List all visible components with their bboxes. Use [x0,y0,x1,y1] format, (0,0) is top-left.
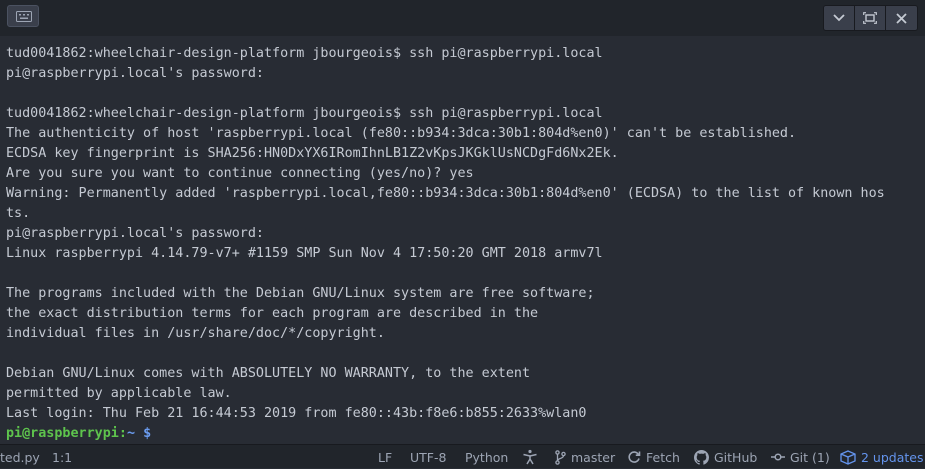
status-bar: ted.py 1:1 LF UTF-8 Python master Fetch … [0,444,925,468]
terminal-toolbar [0,0,925,36]
terminal-line: tud0041862:wheelchair-design-platform jb… [6,106,603,121]
updates-label: 2 updates [861,449,924,465]
terminal-line: permitted by applicable law. [6,386,232,401]
line-ending[interactable]: LF [378,445,392,469]
grammar-selector[interactable]: Python [465,445,508,469]
window-controls [823,5,918,31]
sync-icon [628,451,641,463]
fetch-label: Fetch [646,449,680,465]
terminal-line: Linux raspberrypi 4.14.79-v7+ #1159 SMP … [6,246,603,261]
cursor-position[interactable]: 1:1 [52,445,72,469]
terminal-line: individual files in /usr/share/doc/*/cop… [6,326,385,341]
maximize-icon [863,12,877,24]
github-button[interactable]: GitHub [694,445,757,469]
close-icon [896,12,907,24]
chevron-down-button[interactable] [824,6,855,30]
prompt-symbol: $ [143,426,152,441]
terminal-line: Warning: Permanently added 'raspberrypi.… [6,186,885,201]
file-encoding[interactable]: UTF-8 [410,445,446,469]
package-icon [840,449,856,465]
prompt-user: pi@raspberrypi [6,426,119,441]
prompt-separator: : [118,426,127,441]
git-branch[interactable]: master [555,445,615,469]
chevron-down-icon [833,14,845,22]
accessibility-icon [523,449,537,465]
github-label: GitHub [714,449,758,465]
terminal-line: ECDSA key fingerprint is SHA256:HN0DxYX6… [6,146,619,161]
github-icon [694,449,709,465]
git-label: Git (1) [790,449,830,465]
terminal-line: Last login: Thu Feb 21 16:44:53 2019 fro… [6,406,587,421]
keyboard-button[interactable] [7,5,39,27]
terminal-prompt-line[interactable]: pi@raspberrypi:~ $ [6,424,925,444]
git-button[interactable]: Git (1) [771,445,830,469]
terminal-line: Debian GNU/Linux comes with ABSOLUTELY N… [6,366,531,381]
accessibility-button[interactable] [522,445,538,469]
git-branch-icon [555,449,566,465]
terminal-line: The programs included with the Debian GN… [6,286,595,301]
terminal-line: the exact distribution terms for each pr… [6,306,539,321]
prompt-path: ~ [126,426,135,441]
terminal-line: pi@raspberrypi.local's password: [6,226,264,241]
terminal-line: pi@raspberrypi.local's password: [6,66,264,81]
maximize-button[interactable] [855,6,886,30]
terminal-line: tud0041862:wheelchair-design-platform jb… [6,46,603,61]
close-button[interactable] [886,6,917,30]
terminal-line: Are you sure you want to continue connec… [6,166,474,181]
terminal-output[interactable]: tud0041862:wheelchair-design-platform jb… [6,44,925,444]
file-name[interactable]: ted.py [0,445,40,469]
keyboard-icon [16,11,32,22]
git-commit-icon [771,453,785,461]
branch-label: master [571,449,616,465]
fetch-button[interactable]: Fetch [627,445,680,469]
updates-button[interactable]: 2 updates [840,445,923,469]
terminal-line: ts. [6,206,31,221]
terminal-line: The authenticity of host 'raspberrypi.lo… [6,126,797,141]
